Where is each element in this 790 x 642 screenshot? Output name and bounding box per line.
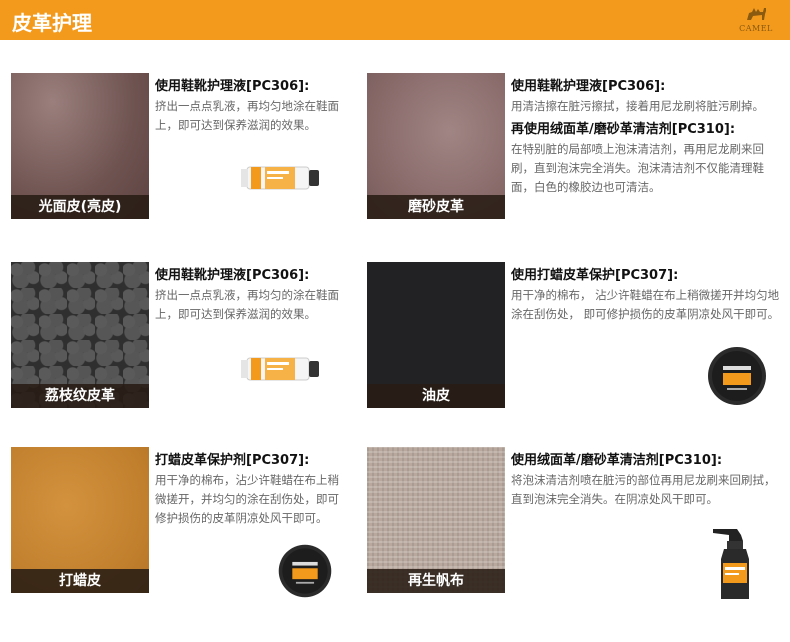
swatch-label: 光面皮(亮皮) bbox=[11, 195, 149, 219]
swatch-label: 磨砂皮革 bbox=[367, 195, 505, 219]
care-card-suede: 磨砂皮革 使用鞋靴护理液[PC306]: 用清洁擦在脏污擦拭，接着用尼龙刷将脏污… bbox=[367, 73, 787, 223]
leather-swatch-glossy: 光面皮(亮皮) bbox=[11, 73, 149, 219]
leather-swatch-canvas: 再生帆布 bbox=[367, 447, 505, 593]
leather-swatch-oil: 油皮 bbox=[367, 262, 505, 408]
camel-icon bbox=[747, 8, 766, 20]
swatch-label: 荔枝纹皮革 bbox=[11, 384, 149, 408]
care-instructions: 使用鞋靴护理液[PC306]: 用清洁擦在脏污擦拭，接着用尼龙刷将脏污刷掉。 再… bbox=[511, 77, 781, 197]
product-heading: 使用鞋靴护理液[PC306]: bbox=[511, 79, 666, 94]
care-card-lychee-leather: 荔枝纹皮革 使用鞋靴护理液[PC306]: 挤出一点点乳液，再均匀的涂在鞋面上，… bbox=[11, 262, 391, 412]
cream-tube-image bbox=[227, 342, 335, 396]
care-card-glossy-leather: 光面皮(亮皮) 使用鞋靴护理液[PC306]: 挤出一点点乳液，再均匀地涂在鞋面… bbox=[11, 73, 391, 223]
brand-logo-text: CAMEL bbox=[739, 24, 773, 33]
wax-tin-image bbox=[705, 344, 769, 412]
instruction-text: 用干净的棉布， 沾少许鞋蜡在布上稍微搓开并均匀地涂在刮伤处， 即可修护损伤的皮革… bbox=[511, 288, 780, 321]
instruction-text: 挤出一点点乳液，再均匀的涂在鞋面上，即可达到保养滋润的效果。 bbox=[155, 288, 339, 321]
brand-logo: CAMEL bbox=[732, 4, 780, 36]
care-instructions: 使用打蜡皮革保护[PC307]: 用干净的棉布， 沾少许鞋蜡在布上稍微搓开并均匀… bbox=[511, 266, 781, 324]
care-instructions: 使用绒面革/磨砂革清洁剂[PC310]: 将泡沫清洁剂喷在脏污的部位再用尼龙刷来… bbox=[511, 451, 781, 509]
header-bar: 皮革护理 CAMEL bbox=[0, 0, 790, 40]
instruction-text: 用干净的棉布，沾少许鞋蜡在布上稍微搓开，并均匀的涂在刮伤处，即可修护损伤的皮革阴… bbox=[155, 473, 339, 525]
care-card-canvas: 再生帆布 使用绒面革/磨砂革清洁剂[PC310]: 将泡沫清洁剂喷在脏污的部位再… bbox=[367, 447, 787, 599]
leather-swatch-waxed: 打蜡皮 bbox=[11, 447, 149, 593]
spray-bottle-image bbox=[707, 523, 757, 607]
care-card-oil-leather: 油皮 使用打蜡皮革保护[PC307]: 用干净的棉布， 沾少许鞋蜡在布上稍微搓开… bbox=[367, 262, 787, 412]
product-heading: 使用绒面革/磨砂革清洁剂[PC310]: bbox=[511, 453, 723, 468]
instruction-text: 挤出一点点乳液，再均匀地涂在鞋面上，即可达到保养滋润的效果。 bbox=[155, 99, 339, 132]
wax-tin-image bbox=[276, 542, 334, 604]
instruction-text: 将泡沫清洁剂喷在脏污的部位再用尼龙刷来回刷拭，直到泡沫完全消失。在阴凉处风干即可… bbox=[511, 473, 776, 506]
product-heading: 使用鞋靴护理液[PC306]: bbox=[155, 268, 310, 283]
product-heading: 打蜡皮革保护剂[PC307]: bbox=[155, 453, 310, 468]
care-instructions: 打蜡皮革保护剂[PC307]: 用干净的棉布，沾少许鞋蜡在布上稍微搓开，并均匀的… bbox=[155, 451, 383, 528]
care-instructions: 使用鞋靴护理液[PC306]: 挤出一点点乳液，再均匀的涂在鞋面上，即可达到保养… bbox=[155, 266, 383, 324]
leather-swatch-lychee: 荔枝纹皮革 bbox=[11, 262, 149, 408]
leather-swatch-suede: 磨砂皮革 bbox=[367, 73, 505, 219]
swatch-label: 再生帆布 bbox=[367, 569, 505, 593]
care-card-waxed-leather: 打蜡皮 打蜡皮革保护剂[PC307]: 用干净的棉布，沾少许鞋蜡在布上稍微搓开，… bbox=[11, 447, 391, 598]
care-instructions: 使用鞋靴护理液[PC306]: 挤出一点点乳液，再均匀地涂在鞋面上，即可达到保养… bbox=[155, 77, 383, 135]
product-heading: 使用打蜡皮革保护[PC307]: bbox=[511, 268, 679, 283]
page-title: 皮革护理 bbox=[12, 11, 92, 35]
cream-tube-image bbox=[227, 151, 335, 205]
swatch-label: 油皮 bbox=[367, 384, 505, 408]
product-heading-secondary: 再使用绒面革/磨砂革清洁剂[PC310]: bbox=[511, 122, 736, 137]
swatch-label: 打蜡皮 bbox=[11, 569, 149, 593]
product-heading: 使用鞋靴护理液[PC306]: bbox=[155, 79, 310, 94]
instruction-text: 用清洁擦在脏污擦拭，接着用尼龙刷将脏污刷掉。 bbox=[511, 99, 764, 113]
instruction-text-secondary: 在特别脏的局部喷上泡沫清洁剂，再用尼龙刷来回刷，直到泡沫完全消失。泡沫清洁剂不仅… bbox=[511, 142, 764, 194]
